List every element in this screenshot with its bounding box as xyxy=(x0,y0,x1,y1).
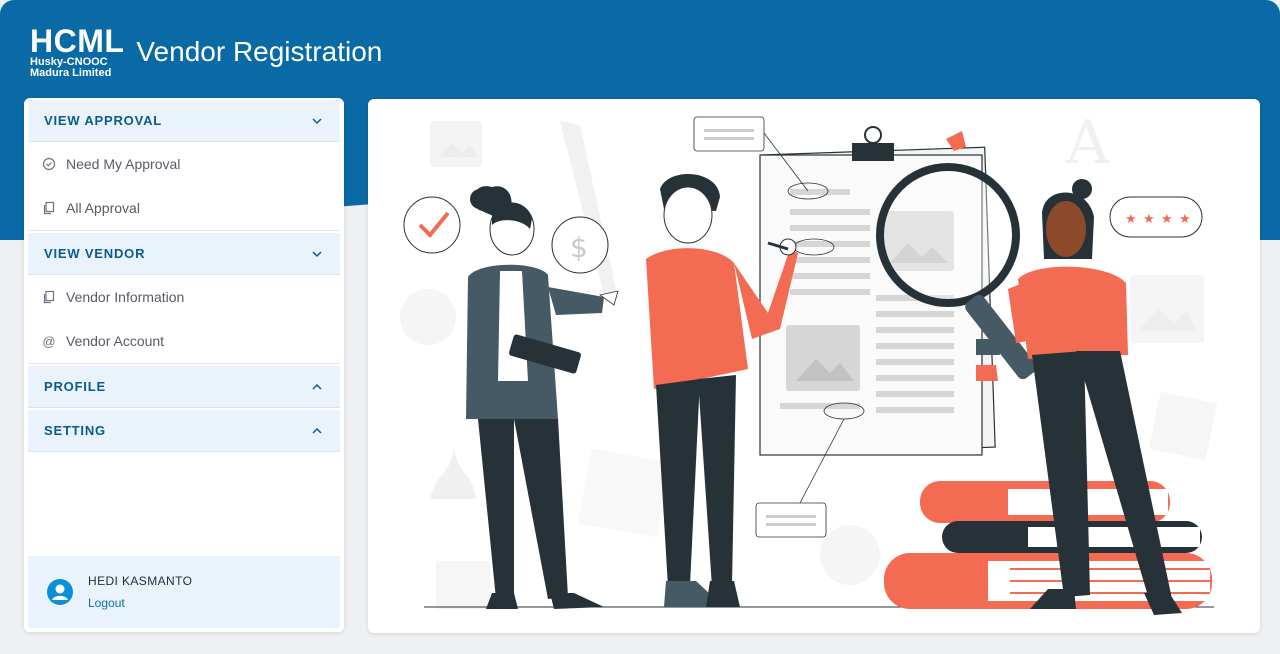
menu-item-all-approval[interactable]: All Approval xyxy=(24,186,344,230)
check-circle-icon xyxy=(42,157,56,171)
logo-text: HCML xyxy=(30,23,125,59)
menu-item-label: Need My Approval xyxy=(66,156,181,172)
page-title: Vendor Registration xyxy=(136,36,383,67)
section-view-vendor[interactable]: VIEW VENDOR xyxy=(28,233,340,275)
main-content-card: A $ ★ ★ ★ ★ xyxy=(368,99,1260,633)
menu-item-label: All Approval xyxy=(66,200,140,216)
svg-text:$: $ xyxy=(570,231,588,264)
menu-item-vendor-information[interactable]: Vendor Information xyxy=(24,275,344,319)
svg-text:★: ★ xyxy=(1125,212,1137,227)
user-name: HEDI KASMANTO xyxy=(88,574,193,588)
section-setting[interactable]: SETTING xyxy=(28,410,340,452)
company-logo[interactable]: HCML Husky-CNOOC Madura Limited xyxy=(30,25,124,79)
section-label: VIEW APPROVAL xyxy=(44,113,163,128)
section-label: PROFILE xyxy=(44,379,106,394)
vendor-illustration: A $ ★ ★ ★ ★ xyxy=(400,108,1218,615)
at-icon: @ xyxy=(42,333,56,349)
section-label: VIEW VENDOR xyxy=(44,246,146,261)
menu-item-need-my-approval[interactable]: Need My Approval xyxy=(24,142,344,186)
svg-text:★: ★ xyxy=(1161,212,1173,227)
menu-item-label: Vendor Account xyxy=(66,333,165,349)
user-avatar-icon xyxy=(47,579,73,605)
chevron-up-icon xyxy=(312,383,322,390)
documents-icon xyxy=(43,201,55,215)
svg-text:★: ★ xyxy=(1143,212,1155,227)
documents-icon xyxy=(43,290,55,304)
divider xyxy=(28,230,340,231)
chevron-down-icon xyxy=(312,117,322,124)
svg-text:★: ★ xyxy=(1179,212,1191,227)
section-label: SETTING xyxy=(44,423,106,438)
svg-text:A: A xyxy=(1065,108,1110,178)
menu-item-vendor-account[interactable]: @ Vendor Account xyxy=(24,319,344,363)
chevron-down-icon xyxy=(312,250,322,257)
app-header: HCML Husky-CNOOC Madura Limited Vendor R… xyxy=(30,22,382,82)
logout-link[interactable]: Logout xyxy=(88,596,192,610)
menu-item-label: Vendor Information xyxy=(66,289,185,305)
sidebar: VIEW APPROVAL Need My Approval All Appro… xyxy=(24,98,344,632)
logo-subtitle-2: Madura Limited xyxy=(30,67,112,79)
divider xyxy=(28,363,340,364)
user-card: HEDI KASMANTO Logout xyxy=(28,556,340,628)
section-view-approval[interactable]: VIEW APPROVAL xyxy=(28,100,340,142)
section-profile[interactable]: PROFILE xyxy=(28,366,340,408)
chevron-up-icon xyxy=(312,427,322,434)
